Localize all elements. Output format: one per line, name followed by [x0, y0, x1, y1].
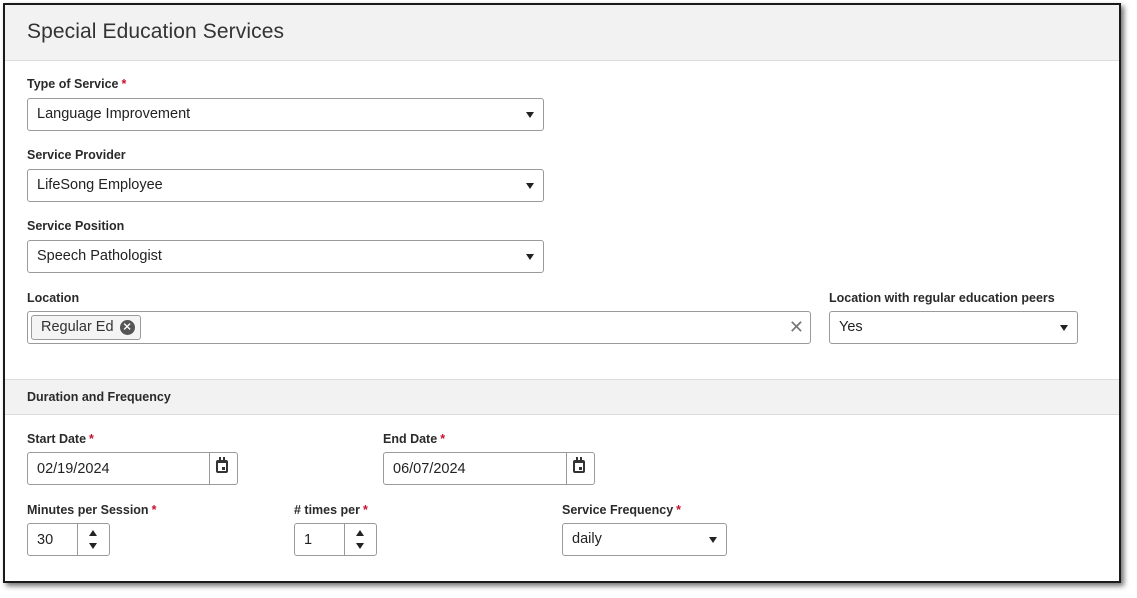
- start-date-label-text: Start Date: [27, 432, 87, 446]
- calendar-icon: [573, 457, 585, 473]
- type-of-service-select[interactable]: Language Improvement: [27, 98, 544, 131]
- end-date-label: End Date *: [383, 432, 445, 446]
- minutes-per-session-value: 30: [37, 532, 54, 548]
- start-date-value: 02/19/2024: [37, 461, 110, 477]
- location-multiselect[interactable]: Regular Ed ⨯ ✕: [27, 311, 811, 344]
- chevron-down-icon: [526, 254, 534, 260]
- service-provider-select[interactable]: LifeSong Employee: [27, 169, 544, 202]
- service-frequency-label: Service Frequency *: [562, 503, 681, 517]
- chevron-down-icon: [709, 537, 717, 543]
- service-frequency-select[interactable]: daily: [562, 523, 727, 556]
- end-date-input[interactable]: 06/07/2024: [383, 452, 595, 485]
- service-frequency-value: daily: [572, 531, 602, 547]
- special-education-services-panel: Special Education Services Type of Servi…: [3, 3, 1121, 583]
- end-date-calendar-button[interactable]: [566, 453, 594, 484]
- location-with-peers-label: Location with regular education peers: [829, 291, 1055, 305]
- service-frequency-label-text: Service Frequency: [562, 503, 674, 517]
- service-position-label: Service Position: [27, 219, 125, 233]
- calendar-icon: [216, 457, 228, 473]
- location-label: Location: [27, 291, 80, 305]
- end-date-value: 06/07/2024: [393, 461, 466, 477]
- location-with-peers-select[interactable]: Yes: [829, 311, 1078, 344]
- location-chip: Regular Ed ⨯: [31, 315, 141, 340]
- service-position-value: Speech Pathologist: [37, 248, 162, 264]
- location-with-peers-value: Yes: [839, 319, 863, 335]
- chevron-down-icon: [1060, 325, 1068, 331]
- required-marker: *: [89, 432, 94, 446]
- times-per-value: 1: [304, 532, 313, 548]
- required-marker: *: [121, 77, 127, 91]
- panel-header: Special Education Services: [5, 5, 1119, 61]
- service-provider-label: Service Provider: [27, 148, 126, 162]
- clear-icon[interactable]: ✕: [789, 317, 804, 337]
- chevron-down-icon: [526, 183, 534, 189]
- start-date-calendar-button[interactable]: [209, 453, 237, 484]
- spin-up-icon[interactable]: [356, 530, 364, 536]
- times-per-spin-buttons[interactable]: [344, 524, 376, 555]
- page-title: Special Education Services: [27, 20, 285, 43]
- times-per-label-text: # times per: [294, 503, 361, 517]
- type-of-service-label: Type of Service *: [27, 77, 126, 91]
- start-date-input[interactable]: 02/19/2024: [27, 452, 238, 485]
- type-of-service-value: Language Improvement: [37, 106, 191, 122]
- minutes-per-session-label-text: Minutes per Session: [27, 503, 149, 517]
- minutes-spin-buttons[interactable]: [77, 524, 109, 555]
- times-per-label: # times per *: [294, 503, 368, 517]
- type-of-service-label-text: Type of Service: [27, 77, 119, 91]
- required-marker: *: [676, 503, 682, 517]
- end-date-label-text: End Date: [383, 432, 438, 446]
- location-chip-label: Regular Ed: [41, 319, 114, 335]
- required-marker: *: [151, 503, 157, 517]
- spin-down-icon[interactable]: [89, 543, 97, 549]
- duration-frequency-header: Duration and Frequency: [5, 379, 1119, 415]
- service-provider-value: LifeSong Employee: [37, 177, 163, 193]
- start-date-label: Start Date *: [27, 432, 94, 446]
- times-per-stepper[interactable]: 1: [294, 523, 377, 556]
- remove-chip-icon[interactable]: ⨯: [119, 320, 135, 335]
- service-position-select[interactable]: Speech Pathologist: [27, 240, 544, 273]
- required-marker: *: [363, 503, 368, 517]
- required-marker: *: [440, 432, 446, 446]
- minutes-per-session-stepper[interactable]: 30: [27, 523, 110, 556]
- section-title: Duration and Frequency: [27, 390, 171, 404]
- spin-up-icon[interactable]: [89, 530, 97, 536]
- spin-down-icon[interactable]: [356, 543, 364, 549]
- chevron-down-icon: [526, 112, 534, 118]
- minutes-per-session-label: Minutes per Session *: [27, 503, 156, 517]
